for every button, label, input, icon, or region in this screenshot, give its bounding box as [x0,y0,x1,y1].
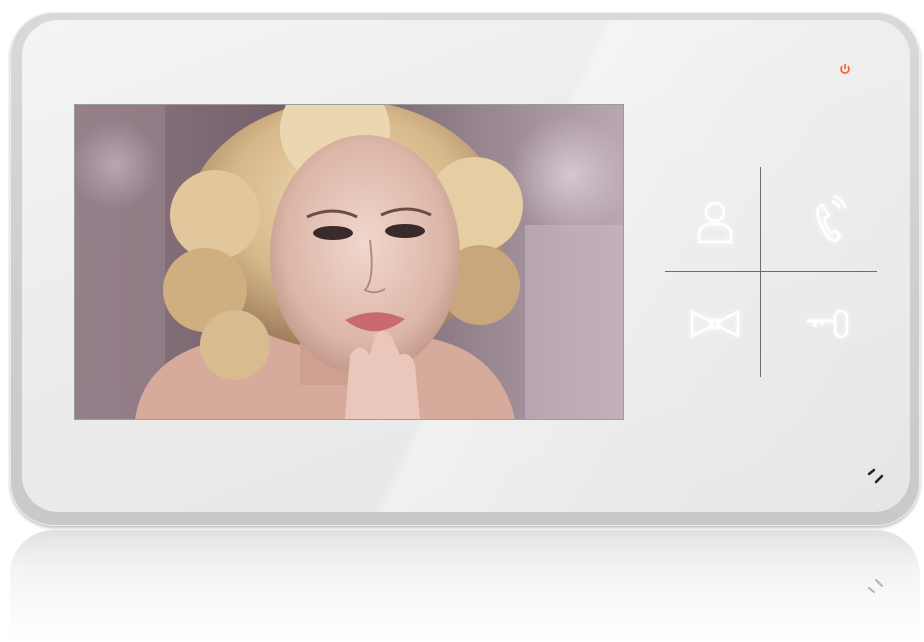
unlock-door-key[interactable] [800,296,856,352]
device-reflection [10,530,920,642]
user-icon [697,201,733,244]
microphone-grille-icon [866,468,886,484]
power-icon [838,63,852,77]
video-feed-image [75,105,623,419]
answer-call-key[interactable] [800,193,856,249]
video-screen [75,105,623,419]
handset-icon [816,195,847,242]
key-divider-horizontal [665,271,877,272]
microphone-reflection-icon [866,578,886,594]
bell-icon [690,309,740,339]
reflection-face [22,538,910,642]
user-key[interactable] [687,193,743,249]
doorbell-key[interactable] [687,296,743,352]
key-icon [807,309,849,339]
key-divider-vertical [760,167,761,377]
